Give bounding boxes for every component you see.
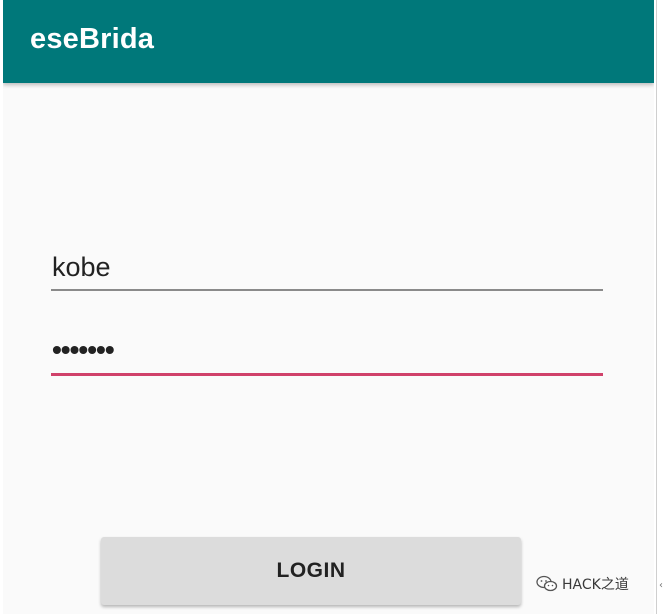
username-value: kobe — [52, 252, 111, 282]
wechat-icon — [536, 575, 558, 592]
watermark-text: HACK之道 — [562, 577, 629, 593]
watermark: HACK之道 — [536, 574, 629, 594]
scroll-arrow-icon[interactable]: ‹ — [659, 580, 663, 591]
app-screen: eseBrida kobe ••••••• LOGIN — [3, 0, 654, 614]
password-field[interactable]: ••••••• — [51, 332, 603, 378]
password-underline — [51, 373, 603, 376]
username-field[interactable]: kobe — [51, 248, 603, 294]
window-scrollbar[interactable]: ‹ — [655, 0, 668, 614]
username-underline — [51, 289, 603, 291]
login-button[interactable]: LOGIN — [101, 537, 521, 605]
password-value: ••••••• — [52, 334, 115, 365]
scrollbar-track — [656, 0, 657, 614]
app-bar: eseBrida — [3, 0, 654, 83]
app-title: eseBrida — [30, 23, 155, 55]
